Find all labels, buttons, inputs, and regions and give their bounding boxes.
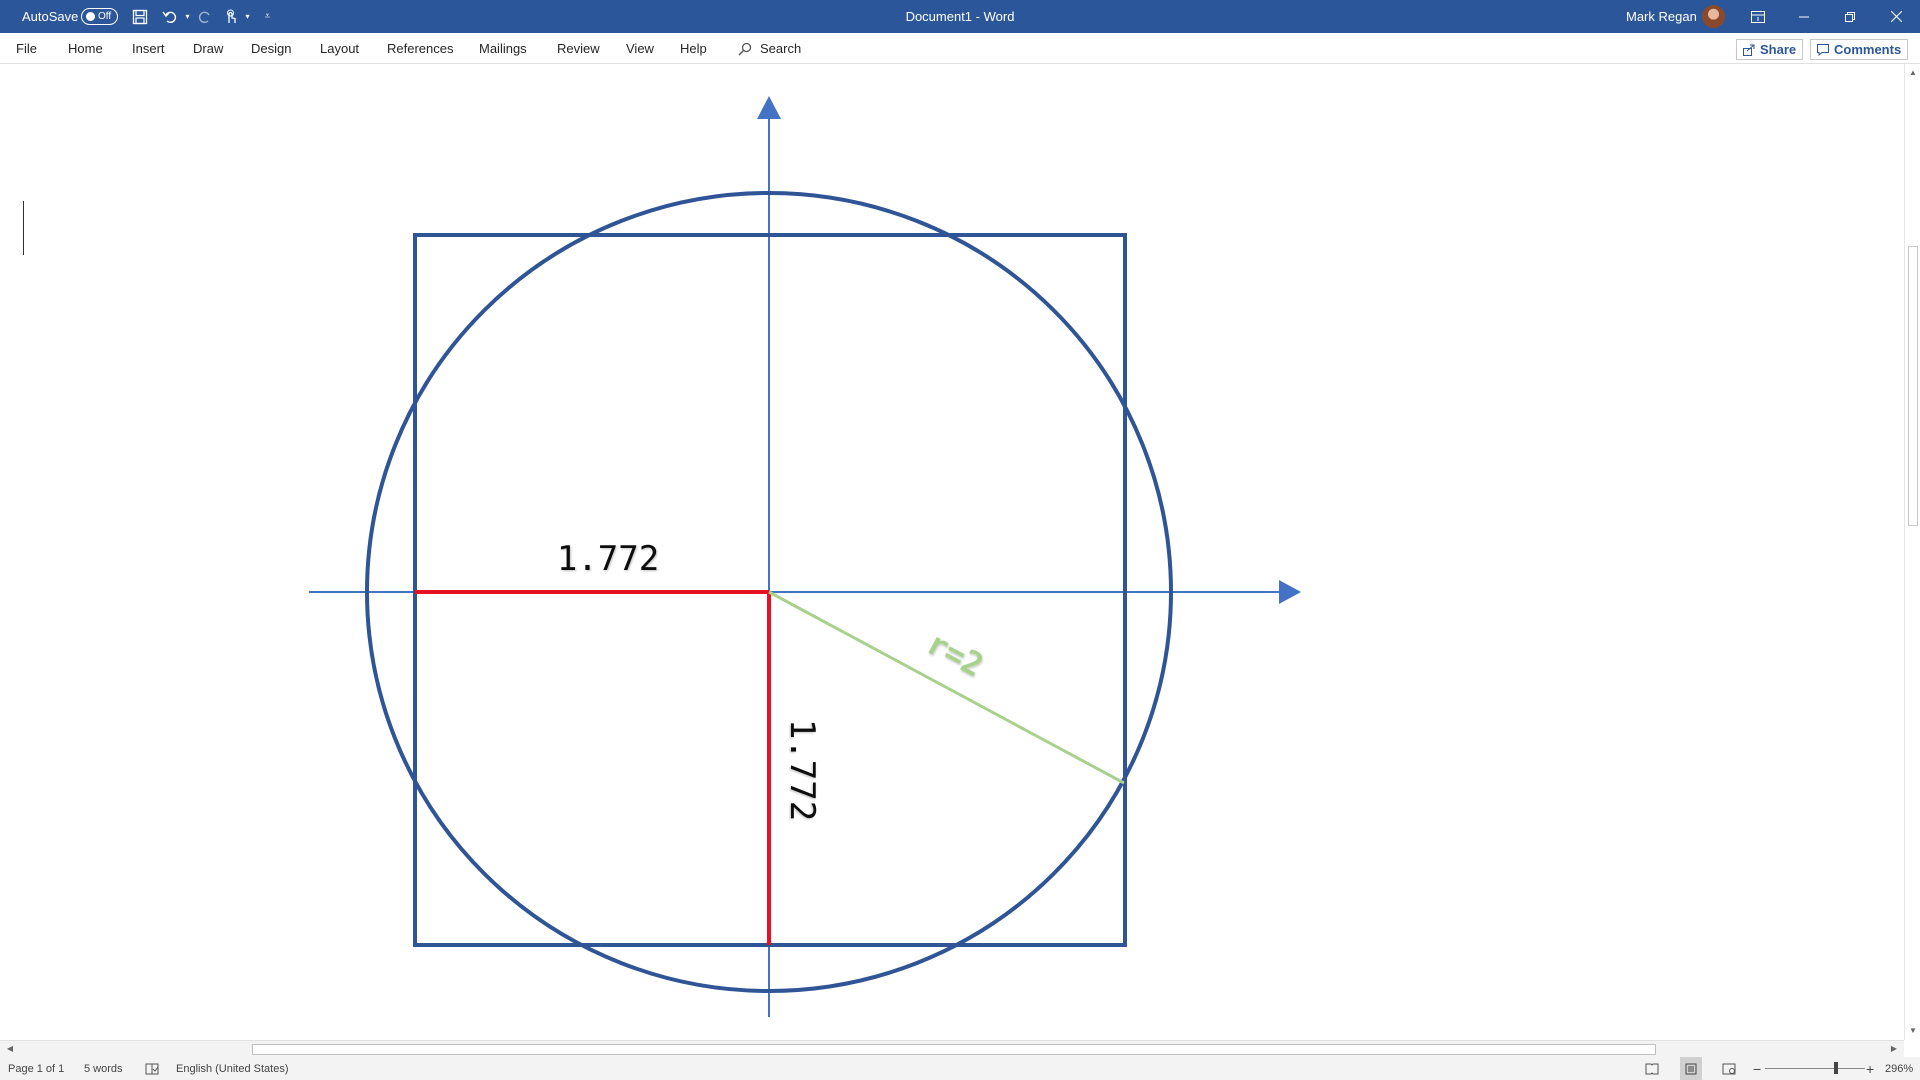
tab-view[interactable]: View	[626, 33, 654, 64]
search-label: Search	[760, 41, 802, 56]
tab-design[interactable]: Design	[251, 33, 291, 64]
tab-review[interactable]: Review	[557, 33, 600, 64]
horizontal-side-label: 1.772	[557, 539, 659, 579]
tab-draw[interactable]: Draw	[193, 33, 223, 64]
status-bar: Page 1 of 1 5 words English (United Stat…	[0, 1057, 1920, 1080]
scroll-down-icon[interactable]: ▼	[1905, 1026, 1920, 1035]
print-layout-icon[interactable]	[1680, 1057, 1702, 1080]
share-icon	[1743, 44, 1755, 56]
ribbon-display-options-icon[interactable]	[1735, 0, 1781, 33]
horizontal-scrollbar[interactable]: ◀ ▶	[0, 1040, 1904, 1057]
document-area[interactable]: 1.772 1.772 r=2	[0, 64, 1904, 1040]
close-icon[interactable]	[1873, 0, 1919, 33]
zoom-slider-thumb[interactable]	[1834, 1062, 1838, 1074]
share-button[interactable]: Share	[1736, 39, 1804, 60]
tab-mailings[interactable]: Mailings	[479, 33, 527, 64]
x-axis-arrowhead	[1279, 580, 1301, 604]
minimize-icon[interactable]	[1781, 0, 1827, 33]
tab-layout[interactable]: Layout	[320, 33, 359, 64]
read-mode-icon[interactable]	[1645, 1057, 1659, 1080]
tab-insert[interactable]: Insert	[132, 33, 165, 64]
radius-label: r=2	[921, 624, 990, 685]
scroll-up-icon[interactable]: ▲	[1905, 68, 1920, 77]
comments-label: Comments	[1834, 42, 1902, 57]
vertical-scroll-thumb[interactable]	[1908, 246, 1918, 526]
scroll-right-icon[interactable]: ▶	[1886, 1044, 1902, 1053]
autosave-toggle[interactable]: Off	[81, 8, 118, 25]
vertical-side-label: 1.772	[782, 719, 822, 821]
tab-home[interactable]: Home	[68, 33, 103, 64]
tab-file[interactable]: File	[16, 33, 37, 64]
zoom-slider[interactable]	[1765, 1068, 1865, 1069]
ribbon-tabs: File Home Insert Draw Design Layout Refe…	[0, 33, 1920, 64]
avatar[interactable]	[1702, 5, 1725, 28]
user-name[interactable]: Mark Regan	[1626, 0, 1697, 33]
touch-mode-icon[interactable]	[222, 8, 239, 25]
tell-me-search[interactable]: Search	[738, 33, 801, 64]
comments-button[interactable]: Comments	[1810, 39, 1909, 60]
zoom-level[interactable]: 296%	[1885, 1057, 1913, 1080]
zoom-in-icon[interactable]: +	[1866, 1057, 1874, 1080]
word-count[interactable]: 5 words	[84, 1057, 123, 1080]
language-indicator[interactable]: English (United States)	[176, 1057, 289, 1080]
vertical-scrollbar[interactable]: ▲ ▼	[1904, 64, 1920, 1040]
save-icon[interactable]	[131, 8, 148, 25]
comment-icon	[1817, 43, 1829, 56]
customize-toolbar-icon[interactable]: ⩡	[259, 8, 276, 25]
geometry-drawing: 1.772 1.772 r=2	[309, 96, 1301, 1017]
undo-dropdown-icon[interactable]: ▾	[179, 8, 196, 25]
scroll-left-icon[interactable]: ◀	[2, 1044, 18, 1053]
tab-help[interactable]: Help	[680, 33, 707, 64]
zoom-out-icon[interactable]: −	[1753, 1057, 1761, 1080]
search-icon	[738, 42, 752, 55]
horizontal-scroll-thumb[interactable]	[252, 1044, 1656, 1055]
touch-mode-dropdown-icon[interactable]: ▾	[239, 8, 256, 25]
web-layout-icon[interactable]	[1722, 1057, 1736, 1080]
autosave-label: AutoSave	[22, 9, 79, 24]
redo-icon[interactable]	[196, 8, 213, 25]
page-indicator[interactable]: Page 1 of 1	[8, 1057, 64, 1080]
title-bar: AutoSave Off ▾ ▾ ⩡ Document1 - Word Mark…	[0, 0, 1920, 33]
undo-icon[interactable]	[161, 8, 178, 25]
autosave-state: Off	[98, 11, 112, 22]
tab-references[interactable]: References	[387, 33, 453, 64]
y-axis-arrowhead	[757, 96, 781, 119]
restore-icon[interactable]	[1827, 0, 1873, 33]
proofing-icon[interactable]	[145, 1057, 159, 1080]
share-label: Share	[1760, 42, 1797, 57]
toggle-knob	[86, 12, 95, 21]
